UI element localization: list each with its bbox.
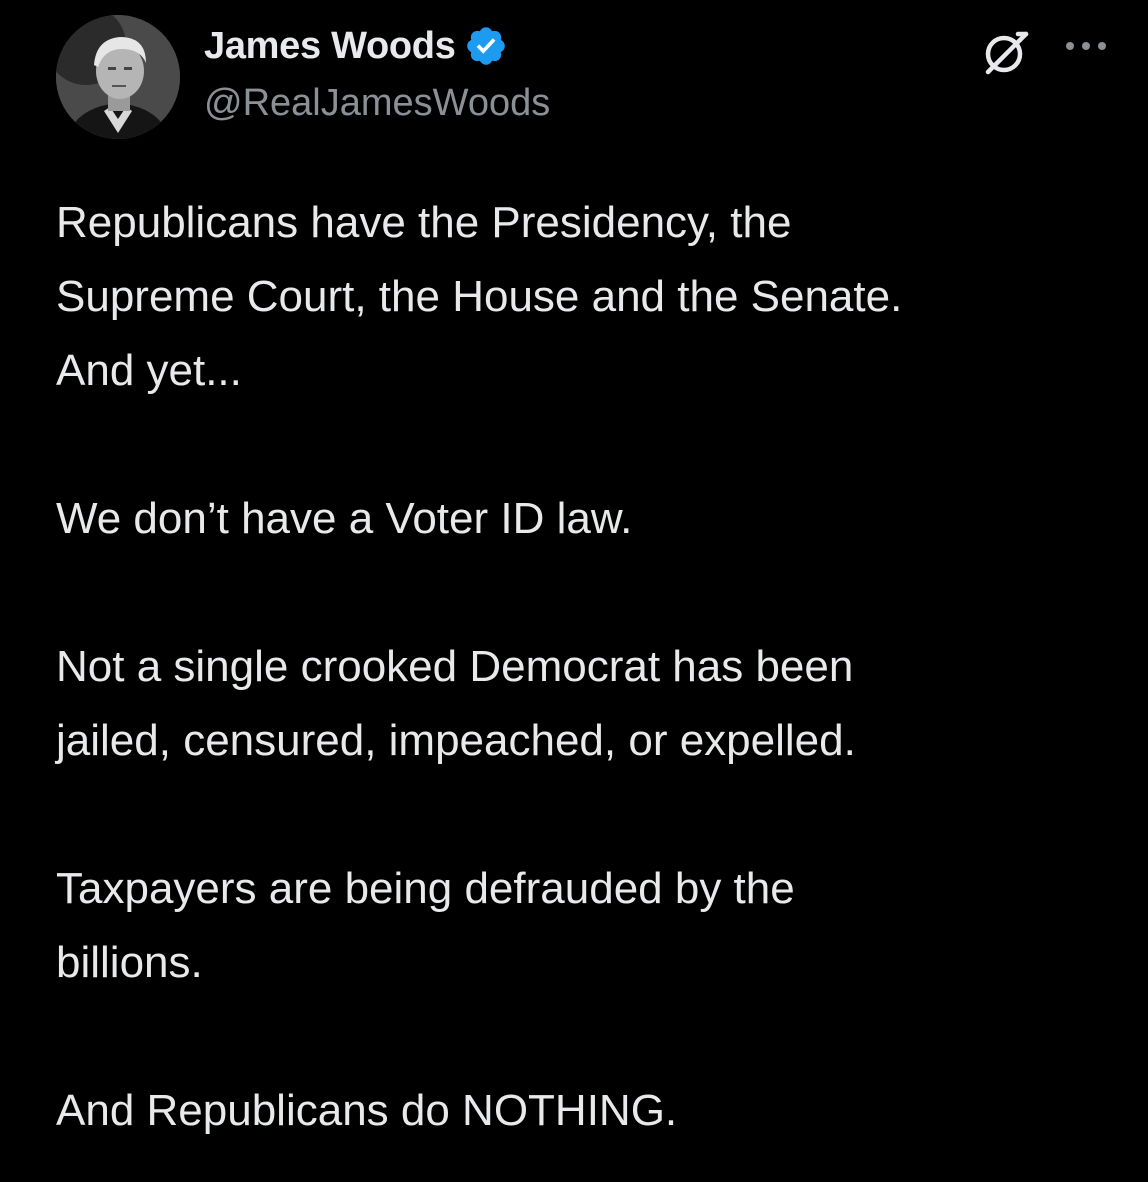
- grok-icon[interactable]: [980, 26, 1032, 78]
- tweet-paragraph: We don’t have a Voter ID law.: [56, 482, 1116, 556]
- tweet-paragraph: Taxpayers are being defrauded by the bil…: [56, 852, 1116, 1000]
- tweet-paragraph: And Republicans do NOTHING.: [56, 1074, 1116, 1148]
- tweet-line: We don’t have a Voter ID law.: [56, 494, 633, 543]
- more-options-icon[interactable]: [1062, 36, 1112, 56]
- tweet-line: jailed, censured, impeached, or expelled…: [56, 716, 856, 765]
- tweet: James Woods @RealJamesWoods Republicans …: [0, 0, 1148, 1182]
- tweet-line: Republicans have the Presidency, the: [56, 198, 792, 247]
- tweet-line: And yet...: [56, 346, 242, 395]
- author-name-row: James Woods: [204, 20, 508, 72]
- tweet-paragraph: Not a single crooked Democrat has been j…: [56, 630, 1116, 778]
- tweet-line: And Republicans do NOTHING.: [56, 1086, 678, 1135]
- tweet-text: Republicans have the Presidency, the Sup…: [56, 186, 1116, 1148]
- avatar-photo: [56, 15, 180, 139]
- author-handle[interactable]: @RealJamesWoods: [204, 82, 550, 125]
- author-display-name[interactable]: James Woods: [204, 25, 456, 68]
- avatar[interactable]: [56, 15, 180, 139]
- verified-badge-icon: [464, 24, 508, 68]
- tweet-line: Not a single crooked Democrat has been: [56, 642, 854, 691]
- tweet-paragraph: Republicans have the Presidency, the Sup…: [56, 186, 1116, 408]
- tweet-line: billions.: [56, 938, 203, 987]
- tweet-line: Taxpayers are being defrauded by the: [56, 864, 795, 913]
- tweet-line: Supreme Court, the House and the Senate.: [56, 272, 903, 321]
